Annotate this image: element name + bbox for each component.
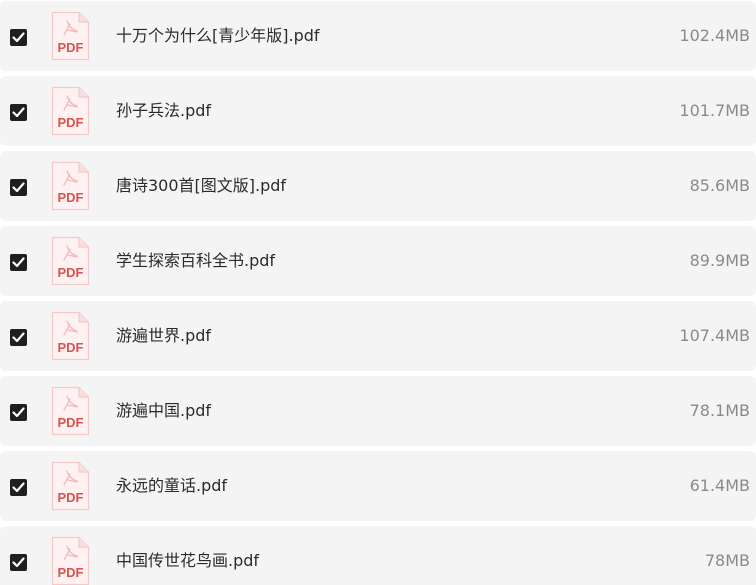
pdf-icon-label: PDF bbox=[58, 40, 84, 55]
pdf-icon-label: PDF bbox=[58, 490, 84, 505]
file-row[interactable]: PDF 孙子兵法.pdf 101.7MB bbox=[0, 76, 756, 146]
file-checkbox[interactable] bbox=[10, 329, 27, 346]
file-checkbox[interactable] bbox=[10, 479, 27, 496]
file-checkbox[interactable] bbox=[10, 554, 27, 571]
file-size: 101.7MB bbox=[679, 101, 750, 120]
file-name: 学生探索百科全书.pdf bbox=[116, 251, 276, 270]
file-row[interactable]: PDF 十万个为什么[青少年版].pdf 102.4MB bbox=[0, 1, 756, 71]
file-size: 107.4MB bbox=[679, 326, 750, 345]
pdf-icon-label: PDF bbox=[58, 115, 84, 130]
pdf-icon-label: PDF bbox=[58, 190, 84, 205]
pdf-file-icon: PDF bbox=[51, 311, 90, 361]
file-list: PDF 十万个为什么[青少年版].pdf 102.4MB PDF 孙子兵法.pd… bbox=[0, 0, 756, 585]
file-checkbox[interactable] bbox=[10, 179, 27, 196]
pdf-file-icon: PDF bbox=[51, 236, 90, 286]
file-checkbox[interactable] bbox=[10, 254, 27, 271]
pdf-file-icon: PDF bbox=[51, 11, 90, 61]
file-name: 游遍世界.pdf bbox=[116, 326, 212, 345]
file-size: 61.4MB bbox=[689, 476, 750, 495]
file-row[interactable]: PDF 学生探索百科全书.pdf 89.9MB bbox=[0, 226, 756, 296]
pdf-file-icon: PDF bbox=[51, 536, 90, 585]
pdf-file-icon: PDF bbox=[51, 461, 90, 511]
pdf-file-icon: PDF bbox=[51, 86, 90, 136]
file-size: 89.9MB bbox=[689, 251, 750, 270]
file-row[interactable]: PDF 永远的童话.pdf 61.4MB bbox=[0, 451, 756, 521]
pdf-file-icon: PDF bbox=[51, 386, 90, 436]
file-row[interactable]: PDF 游遍中国.pdf 78.1MB bbox=[0, 376, 756, 446]
file-checkbox[interactable] bbox=[10, 404, 27, 421]
file-checkbox[interactable] bbox=[10, 104, 27, 121]
file-row[interactable]: PDF 唐诗300首[图文版].pdf 85.6MB bbox=[0, 151, 756, 221]
pdf-icon-label: PDF bbox=[58, 415, 84, 430]
file-name: 永远的童话.pdf bbox=[116, 476, 228, 495]
file-size: 78MB bbox=[704, 551, 750, 570]
file-name: 孙子兵法.pdf bbox=[116, 101, 212, 120]
file-size: 78.1MB bbox=[689, 401, 750, 420]
file-row[interactable]: PDF 游遍世界.pdf 107.4MB bbox=[0, 301, 756, 371]
file-row[interactable]: PDF 中国传世花鸟画.pdf 78MB bbox=[0, 526, 756, 585]
file-name: 十万个为什么[青少年版].pdf bbox=[116, 26, 320, 45]
pdf-file-icon: PDF bbox=[51, 161, 90, 211]
file-size: 102.4MB bbox=[679, 26, 750, 45]
file-size: 85.6MB bbox=[689, 176, 750, 195]
file-name: 中国传世花鸟画.pdf bbox=[116, 551, 260, 570]
file-name: 游遍中国.pdf bbox=[116, 401, 212, 420]
file-checkbox[interactable] bbox=[10, 29, 27, 46]
pdf-icon-label: PDF bbox=[58, 565, 84, 580]
pdf-icon-label: PDF bbox=[58, 265, 84, 280]
file-name: 唐诗300首[图文版].pdf bbox=[116, 176, 287, 195]
pdf-icon-label: PDF bbox=[58, 340, 84, 355]
